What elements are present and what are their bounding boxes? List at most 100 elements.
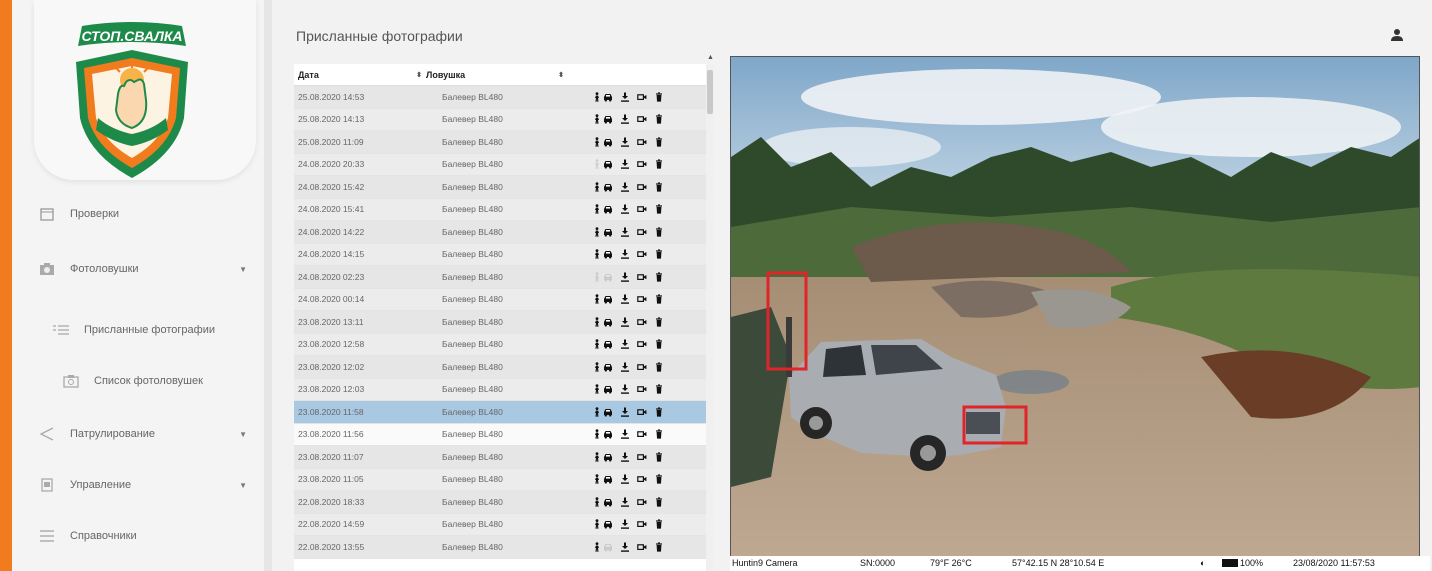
sort-icon[interactable]: ⬍ <box>558 71 564 79</box>
video-icon[interactable] <box>637 204 647 214</box>
trash-icon[interactable] <box>654 294 664 304</box>
download-icon[interactable] <box>620 519 630 530</box>
download-icon[interactable] <box>620 204 630 215</box>
download-icon[interactable] <box>620 249 630 260</box>
table-row[interactable]: 25.08.2020 14:13 Балевер BL480 <box>294 108 714 131</box>
video-icon[interactable] <box>637 339 647 349</box>
table-row[interactable]: 25.08.2020 11:09 Балевер BL480 <box>294 131 714 154</box>
trash-icon[interactable] <box>654 452 664 462</box>
user-icon[interactable] <box>1390 28 1404 42</box>
download-icon[interactable] <box>620 497 630 507</box>
video-icon[interactable] <box>637 114 647 124</box>
table-row[interactable]: 24.08.2020 14:15 Балевер BL480 <box>294 243 714 266</box>
download-icon[interactable] <box>620 272 630 282</box>
download-icon[interactable] <box>620 339 630 350</box>
table-row[interactable]: 23.08.2020 12:58 Балевер BL480 <box>294 333 714 356</box>
table-row[interactable]: 23.08.2020 11:58 Балевер BL480 <box>294 401 714 424</box>
scroll-thumb[interactable] <box>707 70 713 114</box>
column-header-date[interactable]: Дата ⬍ <box>294 70 426 80</box>
table-row[interactable]: 24.08.2020 20:33 Балевер BL480 <box>294 153 714 176</box>
download-icon[interactable] <box>620 227 630 237</box>
video-icon[interactable] <box>637 542 647 552</box>
trash-icon[interactable] <box>654 137 664 147</box>
video-icon[interactable] <box>637 92 647 102</box>
download-icon[interactable] <box>620 114 630 125</box>
table-row[interactable]: 24.08.2020 15:42 Балевер BL480 <box>294 176 714 199</box>
download-icon[interactable] <box>620 452 630 462</box>
video-icon[interactable] <box>637 159 647 169</box>
trash-icon[interactable] <box>654 384 664 394</box>
video-icon[interactable] <box>637 317 647 327</box>
video-icon[interactable] <box>637 137 647 147</box>
video-icon[interactable] <box>637 519 647 529</box>
trash-icon[interactable] <box>654 542 664 552</box>
download-icon[interactable] <box>620 429 630 440</box>
trap-photo[interactable] <box>730 56 1420 558</box>
table-row[interactable]: 24.08.2020 14:22 Балевер BL480 <box>294 221 714 244</box>
table-row[interactable]: 23.08.2020 13:11 Балевер BL480 <box>294 311 714 334</box>
trash-icon[interactable] <box>654 362 664 372</box>
table-row[interactable]: 24.08.2020 15:41 Балевер BL480 <box>294 198 714 221</box>
table-row[interactable]: 25.08.2020 14:53 Балевер BL480 <box>294 86 714 109</box>
sidebar-item-patrol[interactable]: Патрулирование ▼ <box>38 419 247 449</box>
table-row[interactable]: 24.08.2020 02:23 Балевер BL480 <box>294 266 714 289</box>
video-icon[interactable] <box>637 497 647 507</box>
trash-icon[interactable] <box>654 159 664 169</box>
table-row[interactable]: 23.08.2020 11:56 Балевер BL480 <box>294 423 714 446</box>
download-icon[interactable] <box>620 159 630 170</box>
download-icon[interactable] <box>620 362 630 372</box>
download-icon[interactable] <box>620 407 630 417</box>
download-icon[interactable] <box>620 92 630 102</box>
video-icon[interactable] <box>637 452 647 462</box>
sidebar-item-references[interactable]: Справочники <box>38 521 137 551</box>
video-icon[interactable] <box>637 294 647 304</box>
video-icon[interactable] <box>637 384 647 394</box>
table-scrollbar[interactable]: ▲ <box>706 54 714 571</box>
trash-icon[interactable] <box>654 114 664 124</box>
video-icon[interactable] <box>637 227 647 237</box>
table-row[interactable]: 24.08.2020 00:14 Балевер BL480 <box>294 288 714 311</box>
download-icon[interactable] <box>620 317 630 327</box>
table-row[interactable]: 22.08.2020 14:59 Балевер BL480 <box>294 513 714 536</box>
video-icon[interactable] <box>637 249 647 259</box>
video-icon[interactable] <box>637 362 647 372</box>
trash-icon[interactable] <box>654 227 664 237</box>
download-icon[interactable] <box>620 182 630 192</box>
trash-icon[interactable] <box>654 429 664 439</box>
trash-icon[interactable] <box>654 497 664 507</box>
trash-icon[interactable] <box>654 474 664 484</box>
scroll-up-icon[interactable]: ▲ <box>707 54 714 61</box>
sidebar-item-management[interactable]: Управление ▼ <box>38 470 247 500</box>
video-icon[interactable] <box>637 429 647 439</box>
video-icon[interactable] <box>637 182 647 192</box>
trash-icon[interactable] <box>654 204 664 214</box>
sort-icon[interactable]: ⬍ <box>416 71 422 79</box>
trash-icon[interactable] <box>654 407 664 417</box>
column-header-trap[interactable]: Ловушка ⬍ <box>426 70 574 80</box>
sidebar-item-checks[interactable]: Проверки <box>38 199 119 229</box>
trash-icon[interactable] <box>654 317 664 327</box>
trash-icon[interactable] <box>654 519 664 529</box>
video-icon[interactable] <box>637 474 647 484</box>
sidebar-item-trap-list[interactable]: Список фотоловушек <box>62 366 203 396</box>
sidebar-item-traps[interactable]: Фотоловушки ▼ <box>38 254 247 284</box>
download-icon[interactable] <box>620 137 630 147</box>
trash-icon[interactable] <box>654 339 664 349</box>
table-row[interactable]: 23.08.2020 12:02 Балевер BL480 <box>294 356 714 379</box>
trash-icon[interactable] <box>654 249 664 259</box>
trash-icon[interactable] <box>654 182 664 192</box>
download-icon[interactable] <box>620 474 630 485</box>
video-icon[interactable] <box>637 272 647 282</box>
stop-svalka-logo[interactable]: СТОП.СВАЛКА <box>68 22 196 182</box>
table-row[interactable]: 22.08.2020 13:55 Балевер BL480 <box>294 536 714 559</box>
table-row[interactable]: 23.08.2020 11:05 Балевер BL480 <box>294 468 714 491</box>
table-row[interactable]: 22.08.2020 18:33 Балевер BL480 <box>294 491 714 514</box>
download-icon[interactable] <box>620 384 630 395</box>
download-icon[interactable] <box>620 294 630 305</box>
trash-icon[interactable] <box>654 272 664 282</box>
trash-icon[interactable] <box>654 92 664 102</box>
table-row[interactable]: 23.08.2020 12:03 Балевер BL480 <box>294 378 714 401</box>
table-row[interactable]: 23.08.2020 11:07 Балевер BL480 <box>294 446 714 469</box>
download-icon[interactable] <box>620 542 630 552</box>
video-icon[interactable] <box>637 407 647 417</box>
